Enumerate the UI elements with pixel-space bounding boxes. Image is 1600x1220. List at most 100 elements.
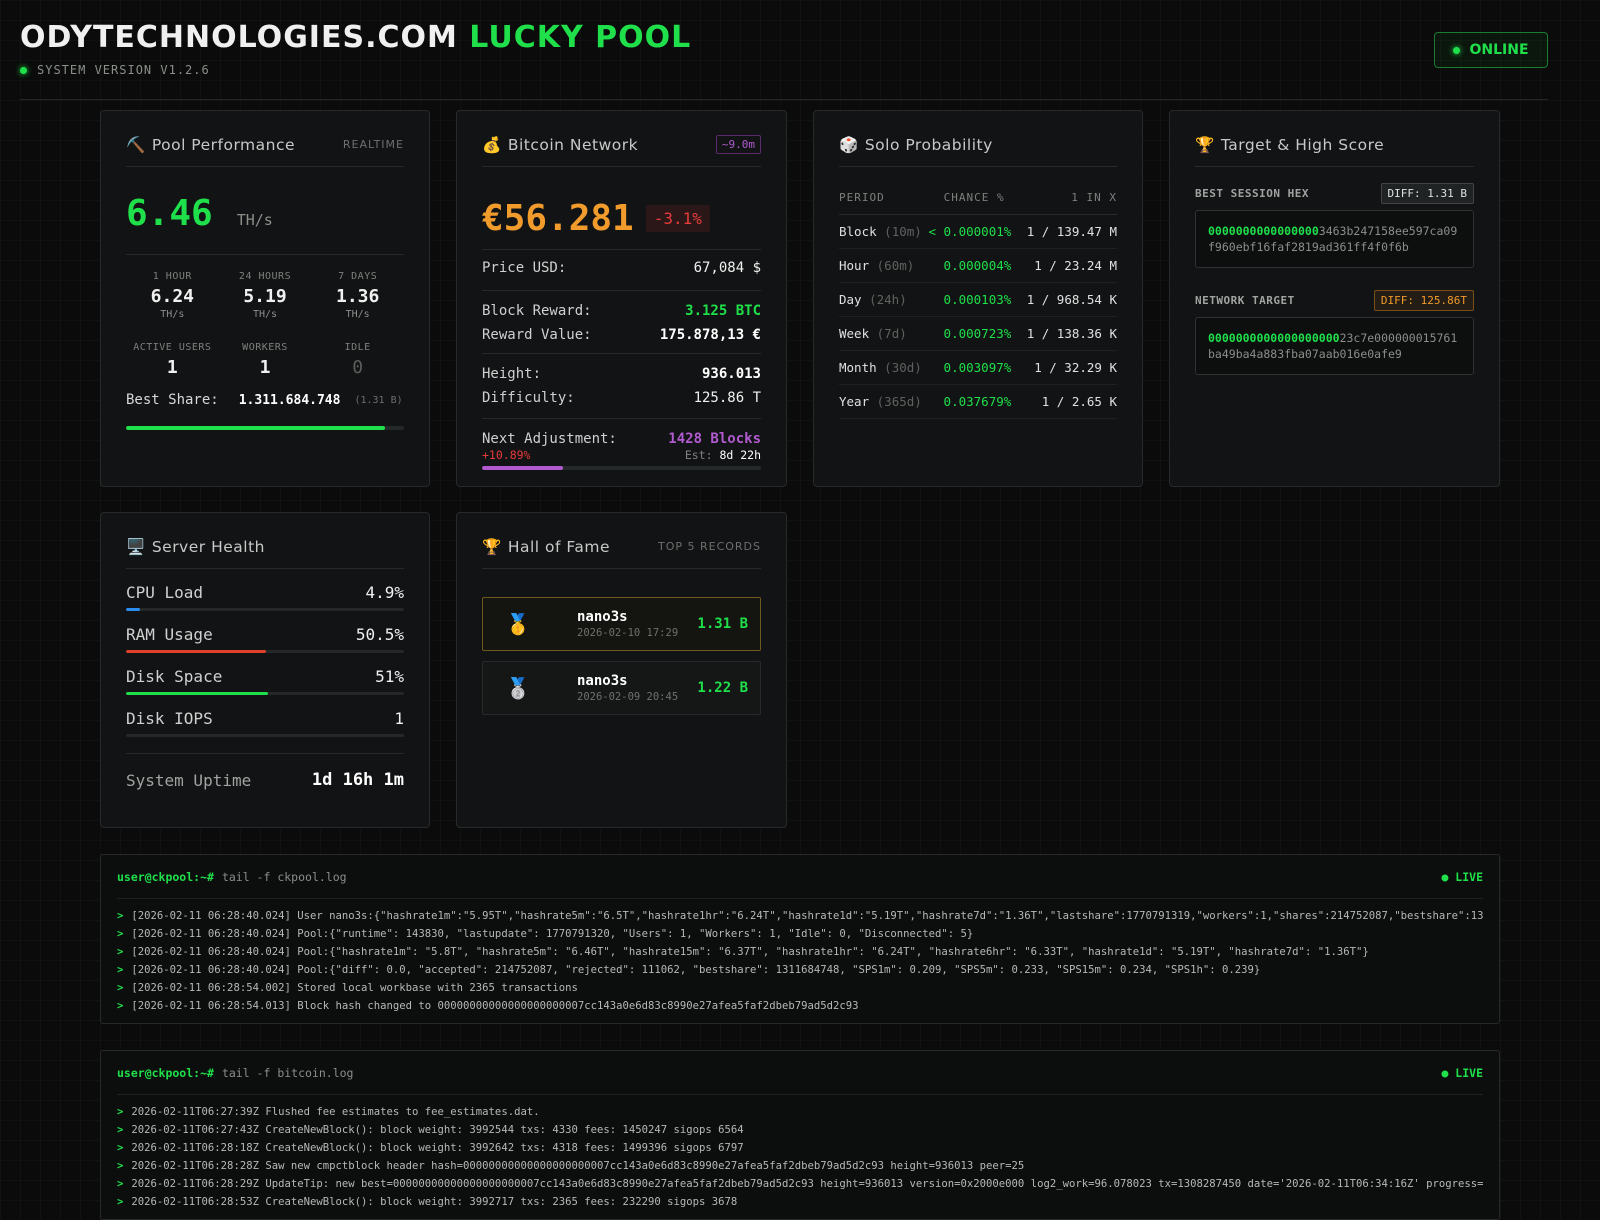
progress-fill — [482, 466, 563, 470]
one-in-x-cell: 1 / 23.24 M — [1023, 248, 1117, 283]
ckpool-log-terminal[interactable]: user@ckpool:~# tail -f ckpool.log ● LIVE … — [100, 854, 1500, 1024]
dice-icon: 🎲 — [839, 135, 859, 154]
progress-fill — [126, 608, 140, 611]
column-header: PERIOD — [839, 181, 925, 215]
brand-title: ODYTECHNOLOGIES.COM LUCKY POOL — [20, 20, 691, 55]
best-share-label: Best Share: — [126, 392, 219, 408]
next-adjustment: Next Adjustment: 1428 Blocks +10.89% Est: … — [482, 418, 761, 470]
log-text: 2026-02-11T06:27:43Z CreateNewBlock(): b… — [131, 1124, 744, 1136]
record-score: 1.31 B — [697, 616, 748, 632]
terminal-command: tail -f bitcoin.log — [221, 1065, 354, 1080]
difficulty-row: Difficulty: 125.86 T — [482, 390, 761, 406]
silver-medal-icon: 🥈 — [505, 676, 531, 700]
server-health-card: 🖥️ Server Health CPU Load 4.9% RAM Usage 50… — [100, 512, 430, 828]
log-text: [2026-02-11 06:28:40.024] Pool:{"hashrat… — [131, 946, 1369, 958]
terminal-header: user@ckpool:~# tail -f ckpool.log ● LIVE — [117, 855, 1483, 899]
adjustment-progress — [482, 466, 761, 470]
log-text: [2026-02-11 06:28:40.024] Pool:{"runtime… — [131, 928, 974, 940]
prompt-caret-icon: > — [117, 946, 124, 958]
version-label: SYSTEM VERSION V1.2.6 — [37, 63, 210, 77]
log-line: > [2026-02-11 06:28:40.024] Pool:{"runtim… — [117, 925, 1483, 943]
log-line: > [2026-02-11 06:28:54.002] Stored local … — [117, 979, 1483, 997]
rate-unit: TH/s — [160, 309, 185, 320]
workers: WORKERS 1 — [219, 342, 312, 378]
cpu-bar — [126, 608, 404, 611]
bitcoin-log-terminal[interactable]: user@ckpool:~# tail -f bitcoin.log ● LIVE… — [100, 1050, 1500, 1220]
metric-value: 4.9% — [365, 583, 404, 602]
metric-value: 51% — [375, 667, 404, 686]
bitcoin-network-card: 💰 Bitcoin Network ~9.0m €56.281 -3.1% Pri… — [456, 110, 787, 487]
card-title: 🖥️ Server Health — [126, 538, 265, 556]
rate-value: 5.19 — [243, 286, 287, 307]
prompt-caret-icon: > — [117, 1124, 124, 1136]
gold-medal-icon: 🥇 — [505, 612, 531, 636]
probability-row: Week (7d) 0.000723% 1 / 138.36 K — [839, 316, 1117, 351]
best-share-value: 1.311.684.748 — [238, 392, 341, 408]
log-line: >2026-02-11T06:27:39Z Flushed fee estima… — [117, 1103, 1483, 1121]
card-title: ⛏️ Pool Performance — [126, 136, 295, 154]
card-header: 🏆 Target & High Score — [1195, 111, 1474, 167]
rate-value: 6.24 — [150, 286, 195, 307]
period-name: Year — [839, 394, 870, 409]
metric-row: CPU Load 4.9% — [126, 583, 404, 602]
card-header: ⛏️ Pool Performance REALTIME — [126, 111, 404, 167]
log-line: > [2026-02-11 06:28:40.024] Pool:{"diff":… — [117, 961, 1483, 979]
best-share-short: (1.31 B) — [354, 394, 403, 406]
row-label: Height: — [482, 366, 542, 382]
system-uptime: System Uptime 1d 16h 1m — [126, 753, 404, 790]
log-text: 2026-02-11T06:28:28Z Saw new cmpctblock … — [131, 1160, 1025, 1172]
log-line: > [2026-02-11 06:28:54.013] Block hash ch… — [117, 997, 1483, 1015]
online-status-badge: ONLINE — [1434, 32, 1548, 68]
probability-row: Year (365d) 0.037679% 1 / 2.65 K — [839, 384, 1117, 419]
table-header-row: PERIOD CHANCE % 1 IN X — [839, 181, 1117, 215]
chance-cell: 0.003097% — [924, 350, 1024, 385]
terminal-command-line: user@ckpool:~# tail -f bitcoin.log — [117, 1066, 354, 1080]
record-info: nano3s 2026-02-10 17:29 — [543, 609, 697, 639]
progress-fill — [126, 650, 267, 653]
record-item[interactable]: 🥇 nano3s 2026-02-10 17:29 1.31 B — [482, 597, 761, 651]
row-value: 125.86 T — [693, 390, 761, 406]
hashrate-value: 6.46 — [126, 193, 213, 234]
best-session-header: BEST SESSION HEX DIFF: 1.31 B — [1195, 183, 1474, 204]
brand-accent: LUCKY POOL — [469, 20, 692, 55]
period-name: Month — [839, 360, 877, 375]
metric-label: Disk Space — [126, 667, 223, 686]
trophy-icon: 🏆 — [482, 537, 502, 556]
reward-value-row: Reward Value: 175.878,13 € — [482, 327, 761, 343]
estimate-value: 8d 22h — [719, 448, 761, 462]
probability-table: PERIOD CHANCE % 1 IN X Block (10m) < 0.00… — [839, 181, 1117, 419]
pool-performance-card: ⛏️ Pool Performance REALTIME 6.46 TH/s 1 … — [100, 110, 430, 487]
hashrate-averages: 1 HOUR 6.24 TH/s 24 HOURS 5.19 TH/s 7 DAYS 1.… — [126, 271, 404, 320]
metric-label: CPU Load — [126, 583, 204, 602]
period-span: (60m) — [876, 258, 915, 273]
hall-of-fame-card: 🏆 Hall of Fame TOP 5 RECORDS 🥇 nano3s 2026… — [456, 512, 787, 828]
ram-bar — [126, 650, 404, 653]
metric-row: Disk IOPS 1 — [126, 709, 404, 728]
row-label: Next Adjustment: — [482, 431, 617, 447]
terminal-output: > [2026-02-11 06:28:40.024] User nano3s:{… — [117, 899, 1483, 1015]
card-title: 🎲 Solo Probability — [839, 136, 993, 154]
count-label: ACTIVE USERS — [133, 342, 212, 353]
network-target-hex: 000000000000000000023c7e000000015761ba49… — [1195, 317, 1474, 375]
log-text: [2026-02-11 06:28:40.024] User nano3s:{"… — [131, 910, 1483, 922]
pool-counts: ACTIVE USERS 1 WORKERS 1 IDLE 0 — [126, 342, 404, 378]
rate-unit: TH/s — [345, 309, 370, 320]
record-item[interactable]: 🥈 nano3s 2026-02-09 20:45 1.22 B — [482, 661, 761, 715]
period-span: (30d) — [884, 360, 922, 375]
count-label: IDLE — [344, 342, 371, 353]
records-list: 🥇 nano3s 2026-02-10 17:29 1.31 B 🥈 nano3s… — [482, 597, 761, 715]
log-line: >2026-02-11T06:28:53Z CreateNewBlock(): … — [117, 1193, 1483, 1211]
rate-label: 1 HOUR — [152, 271, 192, 282]
card-title-text: Hall of Fame — [507, 537, 610, 556]
log-text: 2026-02-11T06:28:18Z CreateNewBlock(): b… — [131, 1142, 744, 1154]
system-version: SYSTEM VERSION V1.2.6 — [20, 63, 210, 77]
row-value: 67,084 $ — [693, 260, 761, 276]
prompt-caret-icon: > — [117, 1178, 124, 1190]
probability-row: Month (30d) 0.003097% 1 / 32.29 K — [839, 350, 1117, 385]
one-in-x-cell: 1 / 968.54 K — [1023, 282, 1117, 317]
period-cell: Month (30d) — [839, 350, 925, 385]
cpu-load-row: CPU Load 4.9% — [126, 583, 404, 611]
log-text: 2026-02-11T06:28:53Z CreateNewBlock(): b… — [131, 1196, 738, 1208]
terminal-header: user@ckpool:~# tail -f bitcoin.log ● LIVE — [117, 1051, 1483, 1095]
card-title: 🏆 Hall of Fame — [482, 538, 610, 556]
